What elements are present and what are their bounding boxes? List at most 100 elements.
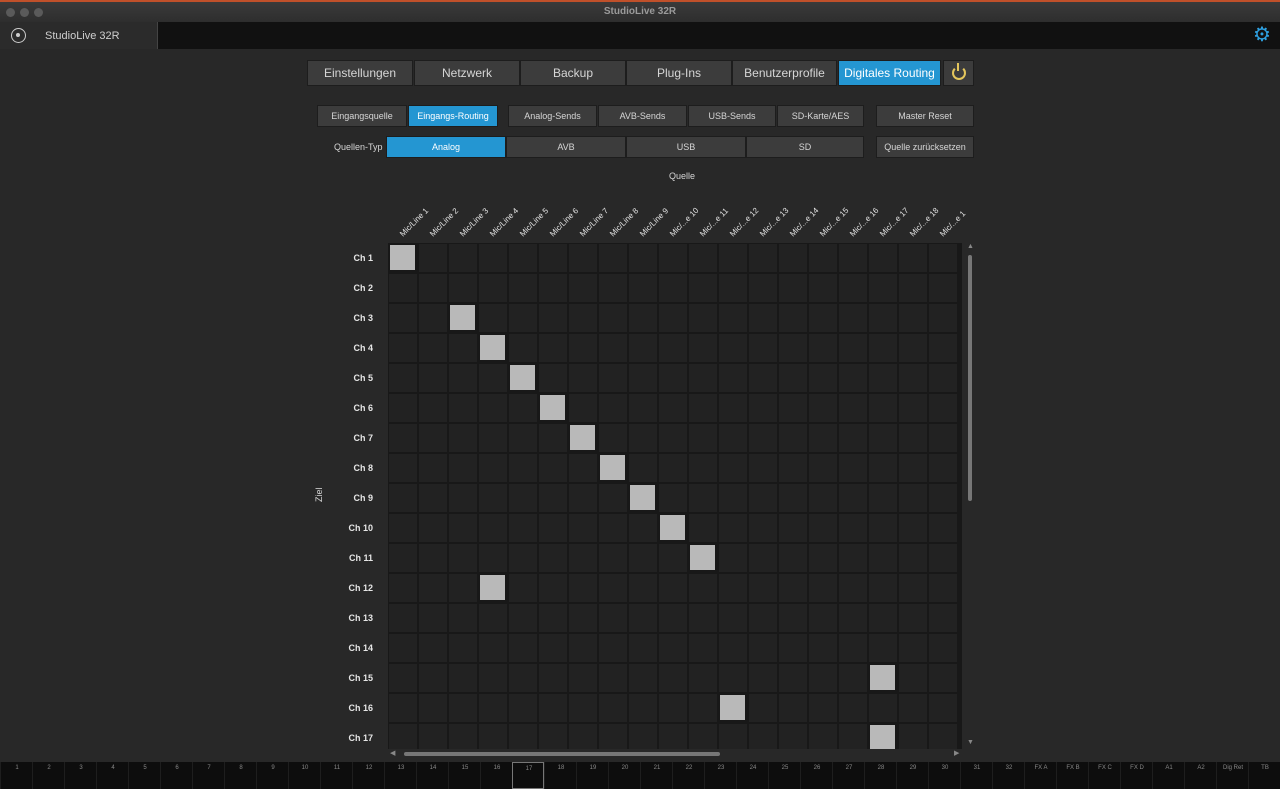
matrix-cell[interactable] <box>689 484 717 512</box>
fader-channel[interactable]: 8 <box>224 762 256 789</box>
matrix-cell[interactable] <box>689 604 717 632</box>
matrix-cell[interactable] <box>419 634 447 662</box>
matrix-cell[interactable] <box>389 484 417 512</box>
matrix-cell[interactable] <box>779 574 807 602</box>
matrix-cell[interactable] <box>539 574 567 602</box>
matrix-cell[interactable] <box>389 544 417 572</box>
scroll-up-icon[interactable]: ▲ <box>967 243 974 250</box>
matrix-cell[interactable] <box>719 334 747 362</box>
matrix-cell-active[interactable] <box>660 515 685 540</box>
fader-channel[interactable]: FX A <box>1024 762 1056 789</box>
matrix-cell[interactable] <box>479 724 507 749</box>
matrix-cell[interactable] <box>449 724 477 749</box>
matrix-cell[interactable] <box>479 274 507 302</box>
matrix-cell[interactable] <box>539 244 567 272</box>
matrix-cell[interactable] <box>389 574 417 602</box>
matrix-cell[interactable] <box>839 664 867 692</box>
matrix-cell[interactable] <box>479 454 507 482</box>
matrix-cell[interactable] <box>839 424 867 452</box>
matrix-cell[interactable] <box>509 454 537 482</box>
matrix-cell[interactable] <box>569 544 597 572</box>
matrix-cell[interactable] <box>779 334 807 362</box>
matrix-cell[interactable] <box>659 724 687 749</box>
fader-channel[interactable]: Dig Ret <box>1216 762 1248 789</box>
matrix-cell[interactable] <box>899 334 927 362</box>
fader-channel[interactable]: 31 <box>960 762 992 789</box>
fader-channel[interactable]: 5 <box>128 762 160 789</box>
matrix-cell[interactable] <box>689 334 717 362</box>
matrix-cell[interactable] <box>689 274 717 302</box>
matrix-cell[interactable] <box>599 634 627 662</box>
matrix-cell[interactable] <box>479 304 507 332</box>
matrix-cell-active[interactable] <box>600 455 625 480</box>
matrix-cell[interactable] <box>539 364 567 392</box>
matrix-cell[interactable] <box>419 274 447 302</box>
device-tab[interactable]: StudioLive 32R <box>0 22 158 49</box>
matrix-cell[interactable] <box>449 484 477 512</box>
matrix-cell[interactable] <box>689 304 717 332</box>
matrix-cell[interactable] <box>719 274 747 302</box>
matrix-cell[interactable] <box>749 244 777 272</box>
subtab-usb-sends[interactable]: USB-Sends <box>688 105 776 127</box>
matrix-cell[interactable] <box>809 364 837 392</box>
matrix-cell[interactable] <box>779 244 807 272</box>
matrix-cell[interactable] <box>509 724 537 749</box>
matrix-cell[interactable] <box>689 364 717 392</box>
matrix-cell[interactable] <box>629 634 657 662</box>
matrix-cell[interactable] <box>719 544 747 572</box>
matrix-cell[interactable] <box>929 454 957 482</box>
matrix-cell[interactable] <box>779 544 807 572</box>
matrix-cell[interactable] <box>569 514 597 542</box>
matrix-cell[interactable] <box>839 454 867 482</box>
fader-channel[interactable]: FX B <box>1056 762 1088 789</box>
matrix-cell[interactable] <box>929 304 957 332</box>
matrix-cell[interactable] <box>419 394 447 422</box>
matrix-cell[interactable] <box>749 544 777 572</box>
matrix-cell[interactable] <box>449 634 477 662</box>
matrix-cell[interactable] <box>449 424 477 452</box>
matrix-cell[interactable] <box>929 274 957 302</box>
matrix-cell[interactable] <box>569 364 597 392</box>
fader-channel[interactable]: 11 <box>320 762 352 789</box>
matrix-cell[interactable] <box>899 664 927 692</box>
matrix-cell[interactable] <box>659 634 687 662</box>
master-reset-button[interactable]: Master Reset <box>876 105 974 127</box>
matrix-cell[interactable] <box>809 334 837 362</box>
matrix-cell[interactable] <box>569 244 597 272</box>
matrix-cell[interactable] <box>779 364 807 392</box>
matrix-cell[interactable] <box>479 694 507 722</box>
source-type-analog[interactable]: Analog <box>386 136 506 158</box>
matrix-cell[interactable] <box>809 634 837 662</box>
matrix-cell[interactable] <box>749 394 777 422</box>
matrix-cell[interactable] <box>449 544 477 572</box>
matrix-cell[interactable] <box>449 604 477 632</box>
matrix-cell[interactable] <box>719 304 747 332</box>
matrix-cell[interactable] <box>869 334 897 362</box>
matrix-cell[interactable] <box>419 574 447 602</box>
matrix-cell[interactable] <box>419 304 447 332</box>
horizontal-scroll-thumb[interactable] <box>404 752 720 756</box>
matrix-cell[interactable] <box>719 484 747 512</box>
matrix-cell[interactable] <box>389 724 417 749</box>
fader-channel[interactable]: 22 <box>672 762 704 789</box>
matrix-cell[interactable] <box>509 304 537 332</box>
matrix-cell[interactable] <box>509 544 537 572</box>
matrix-cell[interactable] <box>689 244 717 272</box>
matrix-cell[interactable] <box>869 244 897 272</box>
matrix-cell-active[interactable] <box>390 245 415 270</box>
fader-channel[interactable]: 3 <box>64 762 96 789</box>
matrix-cell[interactable] <box>599 664 627 692</box>
matrix-cell[interactable] <box>719 634 747 662</box>
matrix-cell[interactable] <box>569 274 597 302</box>
matrix-cell[interactable] <box>659 694 687 722</box>
matrix-cell[interactable] <box>419 484 447 512</box>
matrix-cell[interactable] <box>569 334 597 362</box>
matrix-cell[interactable] <box>449 274 477 302</box>
matrix-cell-active[interactable] <box>510 365 535 390</box>
matrix-cell[interactable] <box>629 454 657 482</box>
matrix-cell[interactable] <box>479 664 507 692</box>
matrix-cell[interactable] <box>389 454 417 482</box>
matrix-cell[interactable] <box>569 694 597 722</box>
gear-icon[interactable]: ⚙ <box>1252 25 1272 45</box>
fader-channel[interactable]: 27 <box>832 762 864 789</box>
